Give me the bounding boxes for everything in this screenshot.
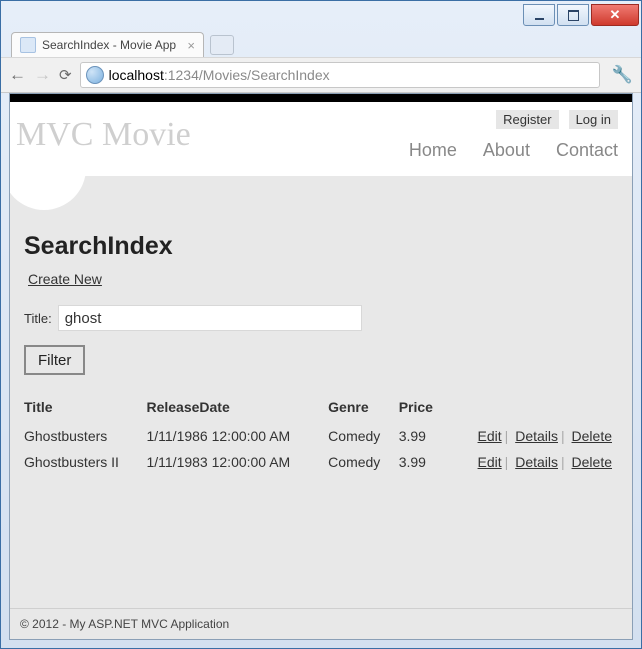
settings-wrench-icon[interactable]: 🔧: [612, 65, 633, 85]
col-release: ReleaseDate: [146, 395, 328, 423]
favicon-icon: [20, 37, 36, 53]
nav-back-icon[interactable]: ←: [9, 65, 26, 85]
details-link[interactable]: Details: [515, 454, 558, 470]
address-bar-text[interactable]: localhost:1234/Movies/SearchIndex: [109, 67, 599, 83]
globe-icon: [86, 66, 104, 84]
title-input[interactable]: [58, 305, 362, 331]
cell-price: 3.99: [399, 423, 448, 449]
search-form: Title:: [24, 305, 618, 331]
col-price: Price: [399, 395, 448, 423]
delete-link[interactable]: Delete: [572, 428, 612, 444]
cell-actions: Edit| Details| Delete: [448, 423, 618, 449]
window-titlebar: ✕: [1, 1, 641, 31]
site-header: MVC Movie Register Log in Home About Con…: [10, 102, 632, 176]
cell-genre: Comedy: [328, 449, 399, 475]
cell-price: 3.99: [399, 449, 448, 475]
window-close-button[interactable]: ✕: [591, 4, 639, 26]
details-link[interactable]: Details: [515, 428, 558, 444]
header-curve: [10, 176, 632, 220]
tab-title: SearchIndex - Movie App: [42, 38, 176, 52]
window-buttons: ✕: [521, 4, 639, 26]
browser-toolbar: ← → ⟳ localhost:1234/Movies/SearchIndex …: [1, 57, 641, 93]
cell-title: Ghostbusters II: [24, 449, 146, 475]
browser-tabstrip: SearchIndex - Movie App ×: [1, 31, 641, 57]
col-title: Title: [24, 395, 146, 423]
cell-title: Ghostbusters: [24, 423, 146, 449]
page-viewport: MVC Movie Register Log in Home About Con…: [9, 93, 633, 640]
cell-release: 1/11/1986 12:00:00 AM: [146, 423, 328, 449]
site-brand[interactable]: MVC Movie: [16, 116, 191, 154]
edit-link[interactable]: Edit: [478, 428, 502, 444]
register-link[interactable]: Register: [496, 110, 558, 129]
main-nav: Home About Contact: [409, 140, 618, 161]
table-row: Ghostbusters II 1/11/1983 12:00:00 AM Co…: [24, 449, 618, 475]
nav-about[interactable]: About: [483, 140, 530, 161]
cell-release: 1/11/1983 12:00:00 AM: [146, 449, 328, 475]
account-links: Register Log in: [496, 110, 618, 129]
browser-tab-active[interactable]: SearchIndex - Movie App ×: [11, 32, 204, 57]
page-heading: SearchIndex: [24, 232, 618, 261]
browser-window: ✕ SearchIndex - Movie App × ← → ⟳ localh…: [0, 0, 642, 649]
nav-reload-icon[interactable]: ⟳: [59, 66, 72, 84]
delete-link[interactable]: Delete: [572, 454, 612, 470]
window-minimize-button[interactable]: [523, 4, 555, 26]
nav-contact[interactable]: Contact: [556, 140, 618, 161]
cell-genre: Comedy: [328, 423, 399, 449]
window-maximize-button[interactable]: [557, 4, 589, 26]
login-link[interactable]: Log in: [569, 110, 618, 129]
edit-link[interactable]: Edit: [478, 454, 502, 470]
top-accent-bar: [10, 94, 632, 102]
page-body: SearchIndex Create New Title: Filter Tit…: [10, 220, 632, 608]
movies-table: Title ReleaseDate Genre Price Ghostbuste…: [24, 395, 618, 475]
filter-button[interactable]: Filter: [24, 345, 85, 375]
nav-home[interactable]: Home: [409, 140, 457, 161]
create-new-link[interactable]: Create New: [28, 271, 102, 287]
address-bar[interactable]: localhost:1234/Movies/SearchIndex: [80, 62, 600, 88]
nav-forward-icon[interactable]: →: [34, 65, 51, 85]
cell-actions: Edit| Details| Delete: [448, 449, 618, 475]
table-row: Ghostbusters 1/11/1986 12:00:00 AM Comed…: [24, 423, 618, 449]
site-footer: © 2012 - My ASP.NET MVC Application: [10, 608, 632, 639]
title-label: Title:: [24, 311, 52, 326]
new-tab-button[interactable]: [210, 35, 234, 55]
col-genre: Genre: [328, 395, 399, 423]
tab-close-icon[interactable]: ×: [187, 38, 195, 53]
